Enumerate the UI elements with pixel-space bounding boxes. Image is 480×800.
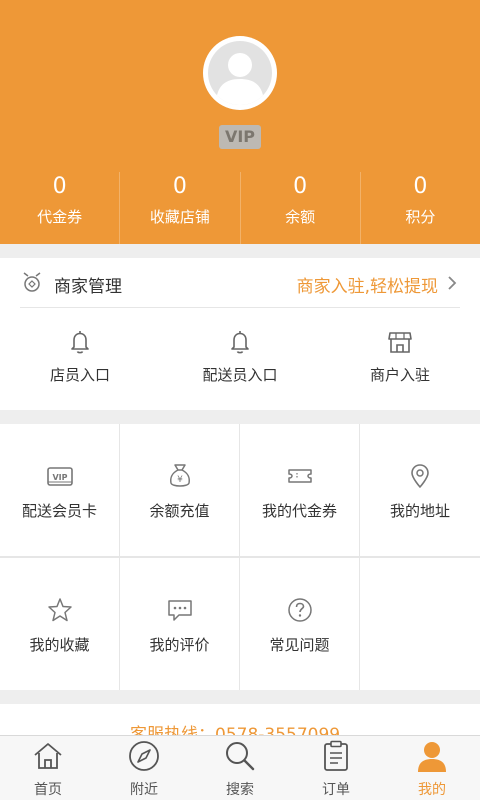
- tab-label: 首页: [34, 782, 62, 798]
- staff-entry-label: 店员入口: [49, 366, 110, 384]
- default-avatar-icon: [208, 41, 272, 105]
- stat-balance[interactable]: 0 余额: [241, 172, 361, 244]
- svg-text:¥: ¥: [177, 475, 183, 485]
- stat-label: 代金券: [37, 208, 83, 226]
- svg-text:VIP: VIP: [52, 473, 67, 482]
- merchant-icon: [23, 272, 41, 292]
- stat-value: 0: [172, 174, 187, 199]
- avatar[interactable]: [203, 36, 277, 110]
- question-icon: [288, 598, 312, 622]
- tab-nearby[interactable]: 附近: [96, 736, 192, 800]
- chevron-right-icon: [448, 276, 457, 290]
- location-icon: [411, 464, 429, 488]
- stat-value: 0: [293, 174, 308, 199]
- courier-entry-label: 配送员入口: [202, 366, 278, 384]
- grid-item-favorites[interactable]: 我的收藏: [0, 558, 119, 690]
- merchant-section: 商家管理 商家入驻,轻松提现 店员入口 配送员入口 商户入驻: [0, 258, 480, 410]
- stat-label: 收藏店铺: [149, 208, 210, 226]
- courier-entry-button[interactable]: 配送员入口: [160, 322, 320, 392]
- grid-item-label: 常见问题: [269, 636, 330, 654]
- ticket-icon: [288, 469, 312, 483]
- stats-row: 0 代金券 0 收藏店铺 0 余额 0 积分: [0, 172, 480, 244]
- function-grid: VIP 配送会员卡 ¥ 余额充值 我的代金券 我的地址 我的收藏 我的评价 常见…: [0, 424, 480, 690]
- staff-entry-button[interactable]: 店员入口: [0, 322, 160, 392]
- merchant-title: 商家管理: [54, 277, 122, 297]
- compass-icon: [129, 741, 159, 771]
- bell-icon: [71, 331, 89, 354]
- grid-item-faq[interactable]: 常见问题: [240, 558, 359, 690]
- merchant-join-label: 商户入驻: [369, 366, 430, 384]
- tab-label: 附近: [130, 782, 158, 798]
- store-icon: [388, 332, 412, 353]
- grid-item-member-card[interactable]: VIP 配送会员卡: [0, 424, 119, 556]
- grid-item-label: 我的收藏: [29, 636, 90, 654]
- tab-label: 订单: [322, 782, 350, 798]
- search-icon: [226, 742, 255, 771]
- merchant-register-link[interactable]: 商家入驻,轻松提现: [297, 272, 438, 297]
- tab-search[interactable]: 搜索: [192, 736, 288, 800]
- bell-icon: [231, 331, 249, 354]
- grid-item-reviews[interactable]: 我的评价: [120, 558, 239, 690]
- tab-home[interactable]: 首页: [0, 736, 96, 800]
- grid-item-label: 配送会员卡: [21, 502, 97, 520]
- merchant-items: 店员入口 配送员入口 商户入驻: [0, 322, 480, 392]
- grid-item-recharge[interactable]: ¥ 余额充值: [120, 424, 239, 556]
- profile-page: VIP 0 代金券 0 收藏店铺 0 余额 0 积分 商家管理 商家入驻,轻松提…: [0, 0, 480, 800]
- stat-points[interactable]: 0 积分: [361, 172, 480, 244]
- tab-label: 搜索: [226, 782, 254, 798]
- user-icon: [418, 742, 446, 772]
- grid-item-label: 我的代金券: [261, 502, 337, 520]
- stat-label: 积分: [405, 208, 436, 226]
- bottom-tab-bar: 首页 附近 搜索 订单 我的: [0, 735, 480, 800]
- clipboard-icon: [324, 740, 348, 771]
- grid-item-label: 我的评价: [149, 636, 210, 654]
- grid-item-address[interactable]: 我的地址: [360, 424, 480, 556]
- stat-vouchers[interactable]: 0 代金券: [0, 172, 121, 244]
- stat-label: 余额: [285, 208, 316, 226]
- merchant-header[interactable]: 商家管理 商家入驻,轻松提现: [20, 258, 460, 308]
- comment-icon: [168, 600, 192, 621]
- stat-value: 0: [413, 174, 428, 199]
- merchant-join-button[interactable]: 商户入驻: [320, 322, 480, 392]
- home-icon: [34, 743, 62, 769]
- grid-item-label: 我的地址: [389, 502, 450, 520]
- star-icon: [48, 598, 72, 622]
- stat-value: 0: [52, 174, 67, 199]
- money-bag-icon: ¥: [170, 464, 190, 487]
- tab-orders[interactable]: 订单: [288, 736, 384, 800]
- stat-favorite-stores[interactable]: 0 收藏店铺: [120, 172, 241, 244]
- profile-header: VIP 0 代金券 0 收藏店铺 0 余额 0 积分: [0, 0, 480, 244]
- tab-mine[interactable]: 我的: [384, 736, 480, 800]
- vip-card-icon: VIP: [47, 467, 73, 486]
- tab-label: 我的: [418, 782, 446, 798]
- grid-item-label: 余额充值: [149, 502, 210, 520]
- grid-item-vouchers[interactable]: 我的代金券: [240, 424, 359, 556]
- grid-empty-cell: [360, 558, 480, 690]
- vip-badge: VIP: [219, 125, 261, 149]
